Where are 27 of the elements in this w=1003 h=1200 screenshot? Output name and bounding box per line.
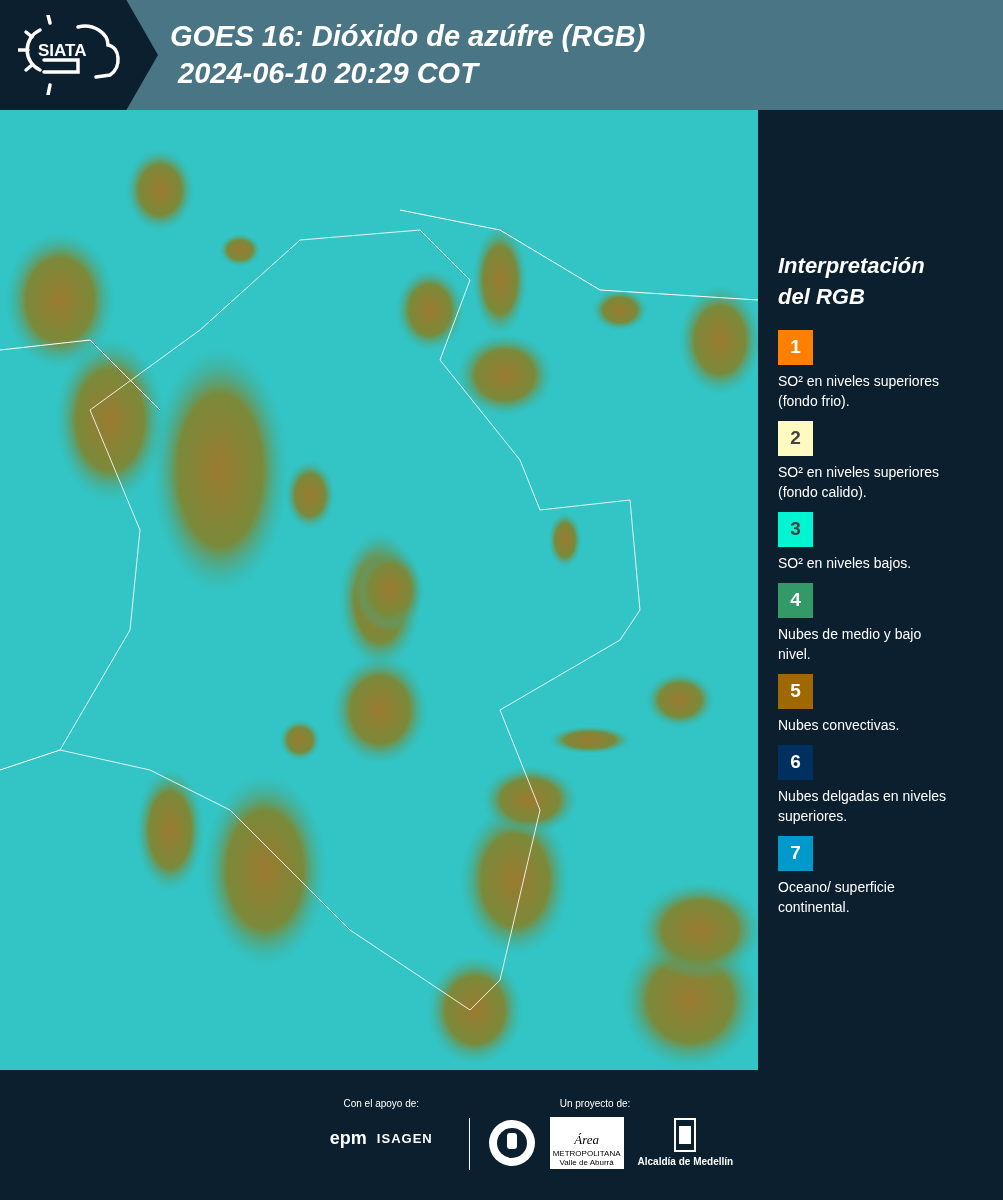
legend-description: SO² en niveles superiores (fondo calido).: [778, 463, 941, 502]
legend-swatch: 2: [778, 421, 813, 456]
logo-caption: Valle de Aburrá: [559, 1158, 614, 1167]
legend-description: Nubes de medio y bajo nivel.: [778, 625, 923, 664]
logo-text: SIATA: [38, 42, 87, 59]
legend-description: SO² en niveles superiores (fondo frio).: [778, 372, 941, 411]
seal-icon: [487, 1119, 536, 1167]
legend-description: Oceano/ superficie continental.: [778, 878, 896, 917]
city-logo-text: Alcaldía de Medellín: [637, 1154, 734, 1169]
timestamp: 2024-06-10 20:29 COT: [176, 56, 481, 91]
legend-swatch: 3: [778, 512, 813, 547]
legend-swatch: 4: [778, 583, 813, 618]
legend-swatch: 1: [778, 330, 813, 365]
legend-description: Nubes convectivas.: [778, 716, 901, 735]
project-label: Un proyecto de:: [558, 1097, 631, 1111]
legend-swatch: 6: [778, 745, 813, 780]
product-title: GOES 16: Dióxido de azúfre (RGB): [170, 19, 646, 54]
logo-caption: METROPOLITANA: [552, 1149, 621, 1158]
legend-swatch: 5: [778, 674, 813, 709]
logo-script: Área: [574, 1130, 600, 1149]
legend-description: SO² en niveles bajos.: [778, 554, 913, 573]
sponsor-logo: epm: [329, 1127, 367, 1150]
legend-title: Interpretación del RGB: [778, 252, 926, 311]
legend-description: Nubes delgadas en niveles superiores.: [778, 787, 948, 826]
legend-swatch: 7: [778, 836, 813, 871]
support-label: Con el apoyo de:: [343, 1097, 420, 1111]
sponsor-logo: ISAGEN: [376, 1129, 433, 1148]
